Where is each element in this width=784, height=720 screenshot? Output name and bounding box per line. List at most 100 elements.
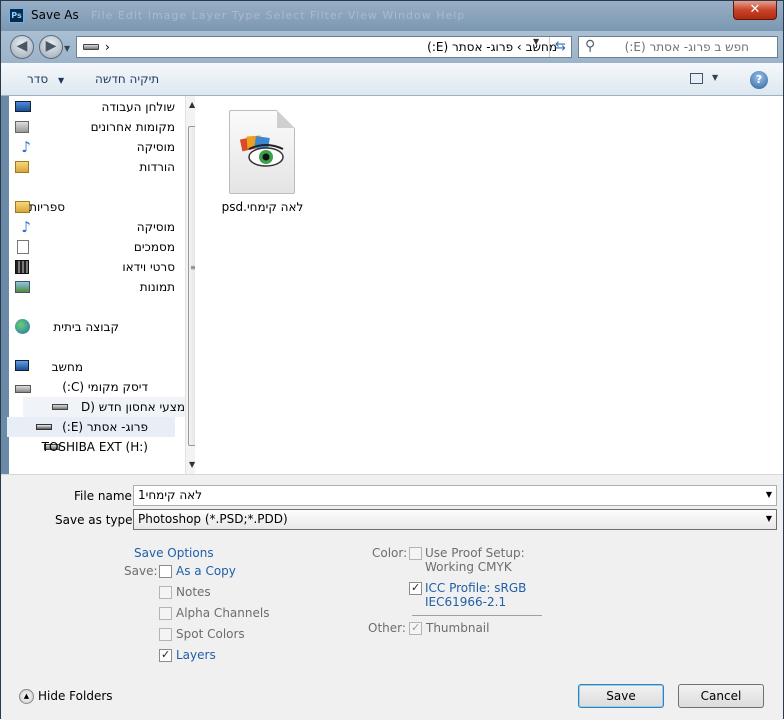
alpha-channels-checkbox[interactable] xyxy=(159,607,172,620)
file-name-value: לאה קימחי1 xyxy=(138,488,203,502)
icc-profile-checkbox[interactable]: ✓ xyxy=(409,581,422,595)
nav-item-downloads[interactable]: הורדות xyxy=(15,157,175,177)
window-title: Save As xyxy=(31,8,79,22)
nav-item-libraries[interactable]: ספריות xyxy=(15,197,175,217)
save-form-panel: File name: לאה קימחי1 ▼ Save as type: Ph… xyxy=(1,474,783,720)
chevron-down-icon: ▼ xyxy=(57,76,65,85)
color-label: Color: xyxy=(372,546,408,560)
nav-item-label: מסמכים xyxy=(133,240,175,254)
new-folder-button[interactable]: תיקיה חדשה xyxy=(95,72,159,86)
psd-file-icon[interactable] xyxy=(229,110,295,194)
downloads-icon xyxy=(15,161,29,173)
address-row: ◀ ▶ ▼ מחשב › פרוג- אסתר (E:) › ▼ ⇆ חפש ב… xyxy=(1,31,783,63)
nav-item-label: פרוג- אסתר (E:) xyxy=(62,420,148,434)
spot-colors-checkbox[interactable] xyxy=(159,628,172,641)
use-proof-setup-checkbox[interactable] xyxy=(409,547,422,560)
close-button[interactable]: ✕ xyxy=(733,1,777,20)
nav-item-drive-c[interactable]: דיסק מקומי (C:) xyxy=(15,377,175,397)
chevron-down-icon: ▼ xyxy=(765,514,772,523)
file-item-label[interactable]: לאה קימחי.psd xyxy=(215,200,310,214)
nav-item-drive-d[interactable]: אמצעי אחסון חדש (D xyxy=(23,397,193,417)
nav-item-music[interactable]: ♪ מוסיקה xyxy=(15,137,175,157)
local-disk-icon xyxy=(15,385,31,393)
breadcrumb-separator[interactable]: › xyxy=(517,40,522,54)
thumbnail-checkbox[interactable]: ✓ xyxy=(409,621,422,635)
computer-icon xyxy=(15,360,29,371)
proof-setup-value: Working CMYK xyxy=(425,560,512,574)
save-as-type-value: Photoshop (*.PSD;*.PDD) xyxy=(138,512,288,526)
checkmark-icon: ✓ xyxy=(411,621,421,634)
help-icon[interactable]: ? xyxy=(750,71,768,89)
organize-button[interactable]: סדר ▼ xyxy=(27,72,64,86)
search-box[interactable]: חפש ב פרוג- אסתר (E:) ⚲ xyxy=(578,36,778,58)
drive-icon xyxy=(36,424,52,430)
search-placeholder: חפש ב פרוג- אסתר (E:) xyxy=(624,40,749,54)
nav-item-desktop[interactable]: שולחן העבודה xyxy=(15,97,175,117)
layers-label[interactable]: Layers xyxy=(176,648,216,662)
save-as-dialog: Ps Save As File Edit Image Layer Type Se… xyxy=(0,0,784,720)
nav-item-recent-places[interactable]: מקומות אחרונים xyxy=(15,117,175,137)
refresh-icon: ⇆ xyxy=(555,39,566,54)
breadcrumb-drive[interactable]: פרוג- אסתר (E:) xyxy=(427,40,513,54)
nav-item-homegroup[interactable]: קבוצה ביתית xyxy=(15,317,175,337)
nav-item-label: דיסק מקומי (C:) xyxy=(62,380,148,394)
notes-label: Notes xyxy=(176,585,211,599)
libraries-header: ספריות xyxy=(29,200,65,214)
address-dropdown[interactable]: ▼ xyxy=(533,37,539,46)
thumbnail-label: Thumbnail xyxy=(426,621,490,635)
background-menu-bar: File Edit Image Layer Type Select Filter… xyxy=(91,9,466,22)
hide-folders-button[interactable]: ▲ Hide Folders xyxy=(19,689,113,704)
save-as-type-select[interactable]: Photoshop (*.PSD;*.PDD) ▼ xyxy=(133,509,777,530)
close-icon: ✕ xyxy=(749,2,761,17)
nav-item-pictures[interactable]: תמונות xyxy=(15,277,175,297)
change-view-icon[interactable] xyxy=(690,73,703,84)
file-name-input[interactable]: לאה קימחי1 ▼ xyxy=(133,485,777,506)
as-a-copy-checkbox[interactable] xyxy=(159,565,172,578)
layers-checkbox[interactable]: ✓ xyxy=(159,648,172,662)
back-button[interactable]: ◀ xyxy=(10,35,34,59)
checkmark-icon: ✓ xyxy=(411,581,421,594)
use-proof-setup-label: Use Proof Setup: xyxy=(425,546,525,560)
breadcrumb-root-chevron[interactable]: › xyxy=(105,40,110,54)
options-divider xyxy=(412,615,542,616)
nav-item-computer[interactable]: מחשב xyxy=(15,357,175,377)
icc-profile-label[interactable]: ICC Profile: sRGB xyxy=(425,581,526,595)
save-label: Save: xyxy=(124,564,158,578)
forward-button[interactable]: ▶ xyxy=(39,35,63,59)
nav-item-label: מקומות אחרונים xyxy=(90,120,175,134)
photoshop-icon: Ps xyxy=(9,8,24,23)
save-button[interactable]: Save xyxy=(578,684,664,708)
checkmark-icon: ✓ xyxy=(161,648,171,661)
nav-item-label: אמצעי אחסון חדש (D xyxy=(81,400,193,414)
nav-item-drive-e[interactable]: פרוג- אסתר (E:) xyxy=(7,417,175,437)
view-options-dropdown[interactable]: ▼ xyxy=(712,73,718,82)
page-fold xyxy=(277,110,295,128)
nav-item-documents[interactable]: מסמכים xyxy=(15,237,175,257)
nav-item-label: שולחן העבודה xyxy=(101,100,175,114)
title-bar: Ps Save As File Edit Image Layer Type Se… xyxy=(1,1,783,31)
notes-checkbox[interactable] xyxy=(159,586,172,599)
video-icon xyxy=(15,260,29,274)
chevron-down-icon[interactable]: ▼ xyxy=(766,490,772,499)
nav-item-library-music[interactable]: ♪ מוסיקה xyxy=(15,217,175,237)
nav-item-drive-h[interactable]: TOSHIBA EXT (H:) xyxy=(15,437,175,457)
recent-locations-dropdown[interactable]: ▼ xyxy=(64,44,70,53)
recent-places-icon xyxy=(15,121,29,133)
refresh-button[interactable]: ⇆ xyxy=(549,37,571,57)
file-list: לאה קימחי.psd xyxy=(195,96,783,474)
documents-icon xyxy=(17,240,29,254)
back-arrow-icon: ◀ xyxy=(16,38,28,54)
desktop-icon xyxy=(15,101,31,112)
photoshop-eye-icon xyxy=(239,135,284,167)
cancel-button[interactable]: Cancel xyxy=(678,684,764,708)
music-icon: ♪ xyxy=(21,218,31,236)
address-bar[interactable]: מחשב › פרוג- אסתר (E:) › xyxy=(76,36,572,58)
nav-item-label: תמונות xyxy=(139,280,175,294)
as-a-copy-label[interactable]: As a Copy xyxy=(176,564,236,578)
nav-item-label: סרטי וידאו xyxy=(122,260,175,274)
alpha-channels-label: Alpha Channels xyxy=(176,606,270,620)
save-as-type-label: Save as type: xyxy=(55,513,137,527)
nav-item-videos[interactable]: סרטי וידאו xyxy=(15,257,175,277)
libraries-icon xyxy=(15,201,30,213)
drive-icon xyxy=(52,404,68,410)
